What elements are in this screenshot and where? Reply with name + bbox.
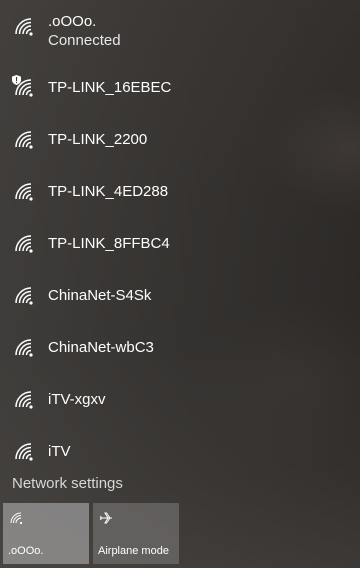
airplane-mode-tile[interactable]: Airplane mode (93, 503, 179, 564)
network-name: TP-LINK_4ED288 (48, 183, 169, 200)
network-name: .oOOo. (48, 13, 97, 30)
quick-action-tiles: .oOOo. Airplane mode (3, 503, 179, 564)
airplane-tile-label: Airplane mode (98, 545, 169, 557)
wifi-signal-icon (15, 183, 33, 201)
network-list: .oOOo. Connected TP-LINK_16EBEC TP-LINK_… (0, 0, 360, 478)
network-item[interactable]: TP-LINK_4ED288 (0, 166, 360, 218)
network-name: ChinaNet-wbC3 (48, 339, 154, 356)
network-flyout: .oOOo. Connected TP-LINK_16EBEC TP-LINK_… (0, 0, 360, 568)
wifi-toggle-tile[interactable]: .oOOo. (3, 503, 89, 564)
network-settings-link[interactable]: Network settings (12, 475, 123, 492)
airplane-icon (100, 512, 112, 524)
network-item[interactable]: TP-LINK_2200 (0, 114, 360, 166)
network-item[interactable]: TP-LINK_16EBEC (0, 62, 360, 114)
shield-warning-icon (12, 75, 21, 85)
wifi-icon (10, 512, 23, 525)
network-item[interactable]: iTV (0, 426, 360, 478)
network-name: iTV-xgxv (48, 391, 106, 408)
wifi-signal-icon (15, 18, 33, 36)
wifi-signal-icon (15, 131, 33, 149)
wifi-signal-icon (15, 391, 33, 409)
network-name: TP-LINK_2200 (48, 131, 148, 148)
network-name: iTV (48, 443, 71, 460)
network-name: TP-LINK_16EBEC (48, 79, 172, 96)
wifi-signal-icon (15, 443, 33, 461)
network-name: ChinaNet-S4Sk (48, 287, 152, 304)
wifi-signal-icon (15, 235, 33, 253)
wifi-signal-icon (15, 339, 33, 357)
network-name: TP-LINK_8FFBC4 (48, 235, 170, 252)
wifi-tile-label: .oOOo. (8, 545, 44, 557)
network-item[interactable]: TP-LINK_8FFBC4 (0, 218, 360, 270)
wifi-signal-icon (15, 287, 33, 305)
network-label: .oOOo. Connected (48, 13, 121, 51)
network-item[interactable]: iTV-xgxv (0, 374, 360, 426)
network-item[interactable]: ChinaNet-S4Sk (0, 270, 360, 322)
network-status: Connected (48, 32, 121, 49)
network-item-connected[interactable]: .oOOo. Connected (0, 0, 360, 62)
network-item[interactable]: ChinaNet-wbC3 (0, 322, 360, 374)
